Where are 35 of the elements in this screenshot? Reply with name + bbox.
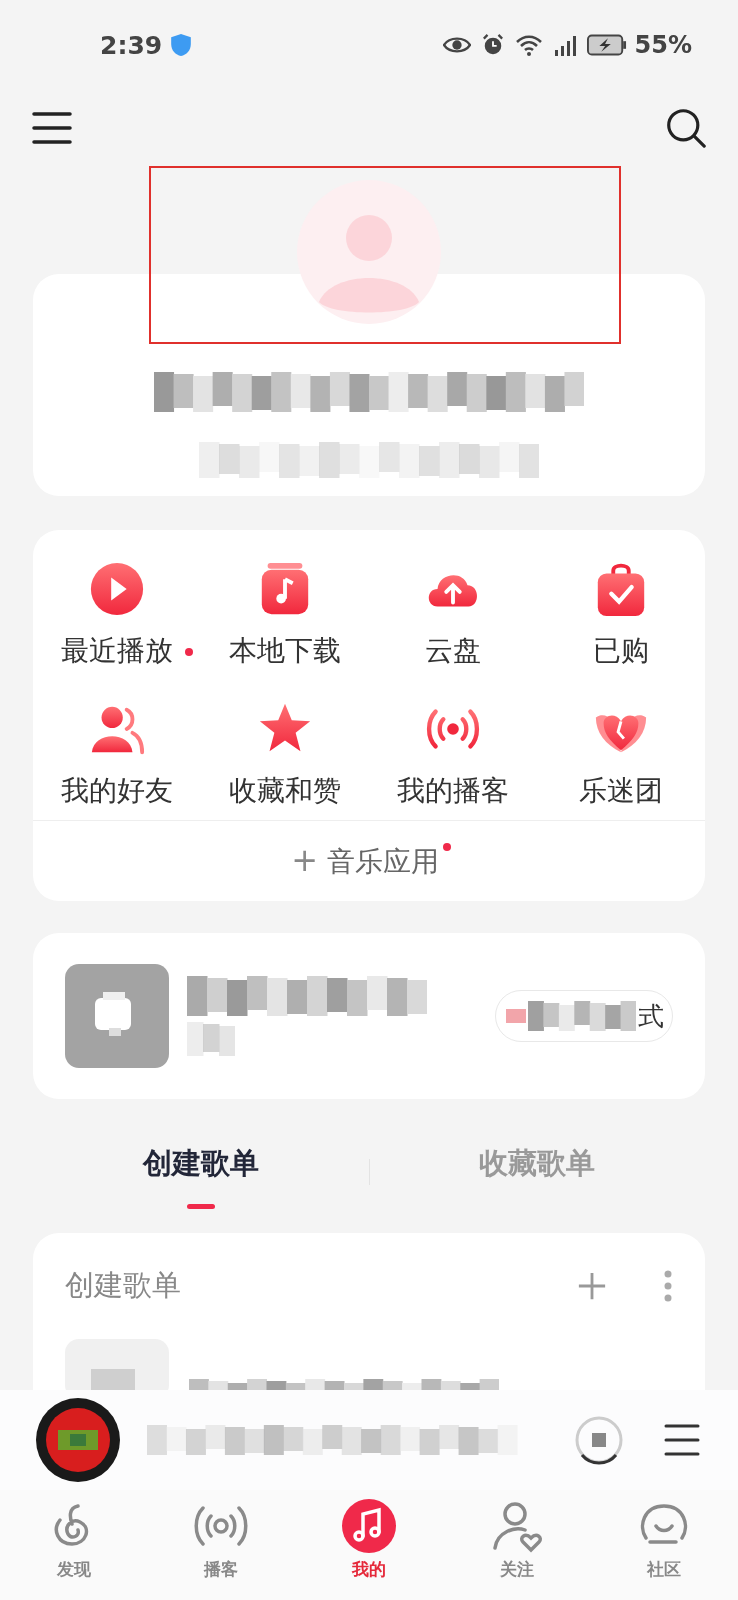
album-disc-icon <box>36 1398 120 1482</box>
music-note-icon <box>341 1498 397 1554</box>
shortcut-label: 本地下载 <box>229 634 341 667</box>
shortcut-item[interactable]: 我的播客 <box>369 700 537 810</box>
add-icon[interactable] <box>577 1271 607 1301</box>
nav-tab[interactable]: 我的 <box>295 1490 443 1600</box>
play-icon <box>88 560 146 618</box>
play-button-icon[interactable] <box>574 1415 624 1465</box>
shortcut-label: 我的播客 <box>397 774 509 807</box>
shortcut-label: 已购 <box>593 634 649 667</box>
pixelated-subtitle <box>187 1022 235 1056</box>
shortcut-label: 收藏和赞 <box>229 774 341 807</box>
shield-icon <box>170 33 193 57</box>
section-title: 创建歌单 <box>65 1267 182 1304</box>
liked-music-card[interactable]: 式 <box>33 933 705 1099</box>
playlist-tab[interactable]: 创建歌单 <box>33 1133 369 1209</box>
shortcut-item[interactable]: 云盘 <box>369 560 537 670</box>
status-time: 2:39 <box>100 30 163 60</box>
shortcut-label: 最近播放 <box>61 634 173 667</box>
shortcut-label: 乐迷团 <box>579 774 663 807</box>
music-apps-button[interactable]: + 音乐应用 <box>285 840 445 882</box>
shortcut-item[interactable]: 收藏和赞 <box>201 700 369 810</box>
shortcut-item[interactable]: 我的好友 <box>33 700 201 810</box>
shortcut-item[interactable]: 本地下载 <box>201 560 369 670</box>
search-icon[interactable] <box>666 108 706 148</box>
battery-icon <box>586 34 627 56</box>
wifi-icon <box>514 34 543 56</box>
shortcut-item[interactable]: 最近播放 <box>33 560 201 670</box>
mini-player[interactable] <box>0 1390 738 1490</box>
shortcut-item[interactable]: 已购 <box>537 560 705 670</box>
mode-button[interactable]: 式 <box>495 990 673 1042</box>
battery-percent: 55% <box>634 31 692 59</box>
shortcut-item[interactable]: 乐迷团 <box>537 700 705 810</box>
shortcut-label: 云盘 <box>425 634 481 667</box>
shortcut-label: 我的好友 <box>61 774 173 807</box>
